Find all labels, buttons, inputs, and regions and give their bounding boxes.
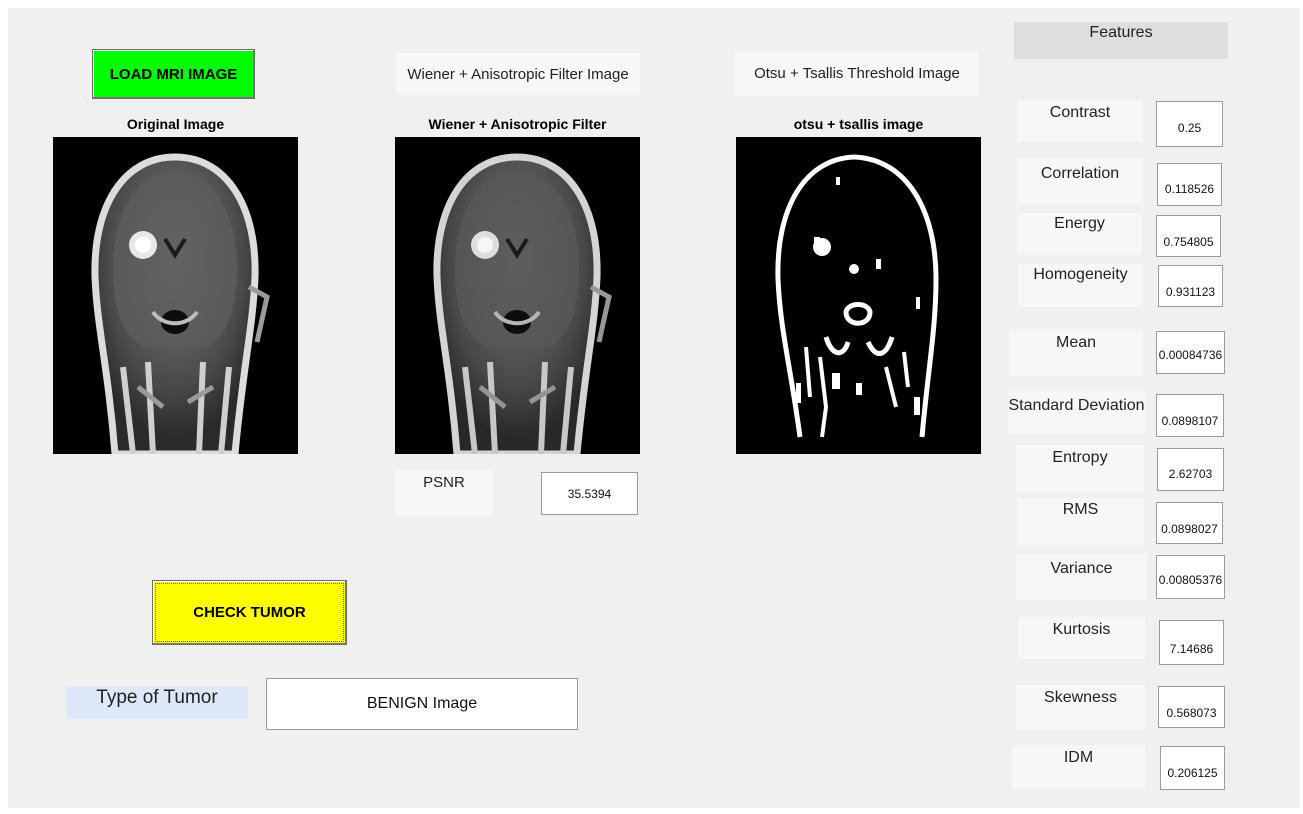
wiener-filter-image-panel: [395, 137, 640, 454]
otsu-tsallis-image-panel: [736, 137, 981, 454]
feature-label-energy: Energy: [1017, 213, 1142, 255]
original-mri-image: [91, 153, 270, 454]
feature-label-contrast: Contrast: [1017, 100, 1143, 142]
feature-label-mean: Mean: [1009, 329, 1143, 376]
load-mri-image-button[interactable]: LOAD MRI IMAGE: [92, 49, 255, 99]
feature-value-homogeneity[interactable]: 0.931123: [1158, 265, 1223, 307]
feature-label-idm: IDM: [1012, 745, 1145, 789]
feature-label-kurtosis: Kurtosis: [1018, 617, 1145, 659]
original-image-title: Original Image: [126, 116, 225, 132]
feature-value-skewness[interactable]: 0.568073: [1158, 686, 1225, 728]
feature-value-idm[interactable]: 0.206125: [1160, 746, 1225, 790]
psnr-label: PSNR: [395, 470, 493, 516]
original-image-panel: [53, 137, 298, 454]
feature-value-variance[interactable]: 0.00805376: [1156, 555, 1225, 599]
otsu-threshold-label: Otsu + Tsallis Threshold Image: [735, 51, 979, 96]
feature-label-entropy: Entropy: [1016, 445, 1144, 492]
feature-label-rms: RMS: [1017, 498, 1144, 545]
feature-label-homogeneity: Homogeneity: [1018, 264, 1143, 307]
check-tumor-button[interactable]: CHECK TUMOR: [152, 580, 347, 645]
feature-label-standard-deviation: Standard Deviation: [1008, 391, 1145, 434]
type-of-tumor-label: Type of Tumor: [66, 686, 248, 719]
feature-label-variance: Variance: [1016, 554, 1147, 600]
tumor-type-field[interactable]: BENIGN Image: [266, 678, 578, 730]
feature-value-entropy[interactable]: 2.62703: [1157, 448, 1224, 491]
feature-label-correlation: Correlation: [1017, 158, 1143, 205]
otsu-tsallis-threshold-image: [775, 154, 939, 438]
feature-value-mean[interactable]: 0.00084736: [1156, 331, 1225, 374]
feature-value-correlation[interactable]: 0.118526: [1157, 163, 1222, 206]
wiener-filter-label: Wiener + Anisotropic Filter Image: [396, 53, 640, 95]
wiener-filter-title: Wiener + Anisotropic Filter: [428, 116, 607, 132]
wiener-filtered-mri-image: [433, 153, 612, 454]
otsu-tsallis-title: otsu + tsallis image: [793, 116, 924, 132]
feature-value-standard-deviation[interactable]: 0.0898107: [1156, 394, 1224, 437]
feature-label-skewness: Skewness: [1016, 685, 1145, 730]
psnr-value-field[interactable]: 35.5394: [541, 472, 638, 515]
feature-value-kurtosis[interactable]: 7.14686: [1159, 620, 1224, 665]
feature-value-contrast[interactable]: 0.25: [1156, 101, 1223, 147]
feature-value-rms[interactable]: 0.0898027: [1156, 502, 1223, 544]
features-header: Features: [1014, 22, 1228, 59]
figure-window: LOAD MRI IMAGE Original Image Wiener + A…: [8, 8, 1300, 808]
feature-value-energy[interactable]: 0.754805: [1156, 215, 1221, 257]
